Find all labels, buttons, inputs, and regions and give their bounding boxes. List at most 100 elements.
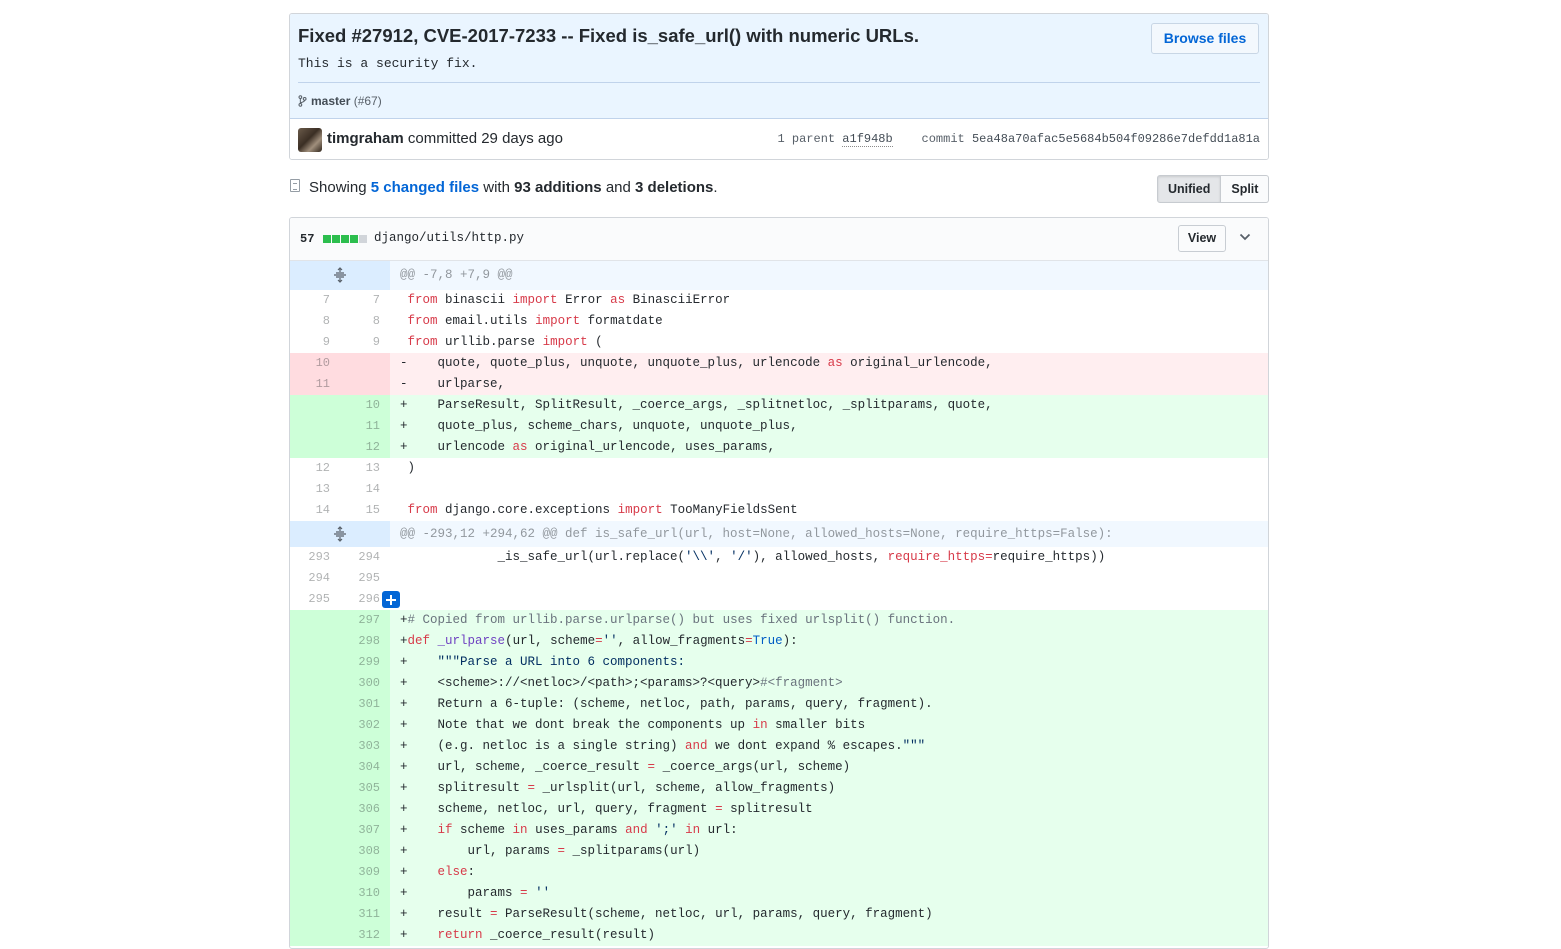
old-line-number[interactable]: 14 <box>290 500 330 521</box>
old-line-number[interactable] <box>290 631 330 652</box>
new-line-number[interactable]: 308 <box>340 841 380 862</box>
old-line-number[interactable]: 7 <box>290 290 330 311</box>
new-line-number[interactable]: 7 <box>340 290 380 311</box>
old-line-number[interactable] <box>290 862 330 883</box>
old-line-number[interactable] <box>290 904 330 925</box>
new-line-number[interactable]: 15 <box>340 500 380 521</box>
old-line-number[interactable] <box>290 715 330 736</box>
old-line-number[interactable] <box>290 416 330 437</box>
old-line-number[interactable] <box>290 736 330 757</box>
code-line: from urllib.parse import ( <box>390 332 1268 353</box>
new-line-number[interactable]: 307 <box>340 820 380 841</box>
diff-summary: Showing 5 changed files with 93 addition… <box>289 175 1270 204</box>
code-line <box>390 589 1268 610</box>
old-line-number[interactable] <box>290 652 330 673</box>
old-line-number[interactable]: 294 <box>290 568 330 589</box>
new-line-number[interactable] <box>340 353 380 374</box>
old-line-number[interactable] <box>290 437 330 458</box>
old-line-number[interactable]: 293 <box>290 547 330 568</box>
old-line-number[interactable]: 8 <box>290 311 330 332</box>
old-line-number[interactable] <box>290 778 330 799</box>
new-line-number[interactable] <box>340 374 380 395</box>
old-line-number[interactable] <box>290 694 330 715</box>
pull-request-link[interactable]: (#67) <box>354 94 382 108</box>
file-diff: 57 django/utils/http.py View @@ -7,8 +7,… <box>289 217 1269 949</box>
split-button[interactable]: Split <box>1221 175 1270 203</box>
changed-files-link[interactable]: 5 changed files <box>371 179 479 196</box>
new-line-number[interactable]: 309 <box>340 862 380 883</box>
old-line-number[interactable] <box>290 610 330 631</box>
old-line-number[interactable] <box>290 925 330 946</box>
new-line-number[interactable]: 311 <box>340 904 380 925</box>
old-line-number[interactable] <box>290 820 330 841</box>
new-line-number[interactable]: 12 <box>340 437 380 458</box>
new-line-number[interactable]: 301 <box>340 694 380 715</box>
new-line-number[interactable]: 14 <box>340 479 380 500</box>
new-line-number[interactable]: 306 <box>340 799 380 820</box>
view-file-button[interactable]: View <box>1178 225 1226 252</box>
old-line-number[interactable]: 295 <box>290 589 330 610</box>
new-line-number[interactable]: 295 <box>340 568 380 589</box>
new-line-number[interactable]: 294 <box>340 547 380 568</box>
diff-line-context: 13 14 <box>290 479 1268 500</box>
new-line-number[interactable]: 8 <box>340 311 380 332</box>
code-line: + if scheme in uses_params and ';' in ur… <box>400 823 738 837</box>
old-line-number[interactable] <box>290 841 330 862</box>
diff-line-context: 294 295 <box>290 568 1268 589</box>
parent-sha-link[interactable]: a1f948b <box>842 132 893 147</box>
file-diff-icon <box>290 179 300 192</box>
unfold-icon[interactable] <box>290 261 390 290</box>
new-line-number[interactable]: 298 <box>340 631 380 652</box>
new-line-number[interactable]: 296 <box>340 589 380 610</box>
unfold-icon[interactable] <box>290 521 390 547</box>
chevron-down-icon[interactable] <box>1236 228 1254 246</box>
old-line-number[interactable] <box>290 673 330 694</box>
author-link[interactable]: timgraham <box>327 130 404 147</box>
old-line-number[interactable]: 13 <box>290 479 330 500</box>
new-line-number[interactable]: 305 <box>340 778 380 799</box>
file-path[interactable]: django/utils/http.py <box>374 231 524 245</box>
diff-line-context: 12 13 ) <box>290 458 1268 479</box>
new-line-number[interactable]: 302 <box>340 715 380 736</box>
new-line-number[interactable]: 11 <box>340 416 380 437</box>
unified-button[interactable]: Unified <box>1157 175 1222 203</box>
new-line-number[interactable]: 300 <box>340 673 380 694</box>
plus-icon[interactable] <box>382 591 400 608</box>
diff-view-toggle: Unified Split <box>1157 175 1270 203</box>
old-line-number[interactable]: 10 <box>290 353 330 374</box>
old-line-number[interactable]: 9 <box>290 332 330 353</box>
old-line-number[interactable] <box>290 883 330 904</box>
old-line-number[interactable] <box>290 799 330 820</box>
diff-line-addition: 304 + url, scheme, _coerce_result = _coer… <box>290 757 1268 778</box>
old-line-number[interactable] <box>290 757 330 778</box>
code-line: + """Parse a URL into 6 components: <box>400 655 686 669</box>
avatar[interactable] <box>298 128 322 152</box>
new-line-number[interactable]: 303 <box>340 736 380 757</box>
browse-files-button[interactable]: Browse files <box>1151 23 1259 54</box>
code-line: + return _coerce_result(result) <box>400 928 656 942</box>
parent-label: 1 parent <box>777 132 836 146</box>
diff-line-addition: 308 + url, params = _splitparams(url) <box>290 841 1268 862</box>
code-line: + splitresult = _urlsplit(url, scheme, a… <box>400 781 836 795</box>
new-line-number[interactable]: 10 <box>340 395 380 416</box>
new-line-number[interactable]: 297 <box>340 610 380 631</box>
new-line-number[interactable]: 312 <box>340 925 380 946</box>
new-line-number[interactable]: 9 <box>340 332 380 353</box>
diff-line-addition: 310 + params = '' <box>290 883 1268 904</box>
commit-label: commit <box>921 132 965 146</box>
new-line-number[interactable]: 299 <box>340 652 380 673</box>
old-line-number[interactable]: 11 <box>290 374 330 395</box>
new-line-number[interactable]: 13 <box>340 458 380 479</box>
code-line: - quote, quote_plus, unquote, unquote_pl… <box>400 356 993 370</box>
diff-line-addition: 300 + <scheme>://<netloc>/<path>;<params>… <box>290 673 1268 694</box>
diff-line-context: 293 294 _is_safe_url(url.replace('\\', '/… <box>290 547 1268 568</box>
old-line-number[interactable] <box>290 395 330 416</box>
branch-link[interactable]: master <box>311 94 350 108</box>
new-line-number[interactable]: 304 <box>340 757 380 778</box>
code-line: + <scheme>://<netloc>/<path>;<params>?<q… <box>400 676 843 690</box>
diff-line-deletion: 11 - urlparse, <box>290 374 1268 395</box>
new-line-number[interactable]: 310 <box>340 883 380 904</box>
old-line-number[interactable]: 12 <box>290 458 330 479</box>
hunk-header: @@ -293,12 +294,62 @@ def is_safe_url(ur… <box>290 521 1268 547</box>
commit-time: 29 days ago <box>481 130 563 147</box>
